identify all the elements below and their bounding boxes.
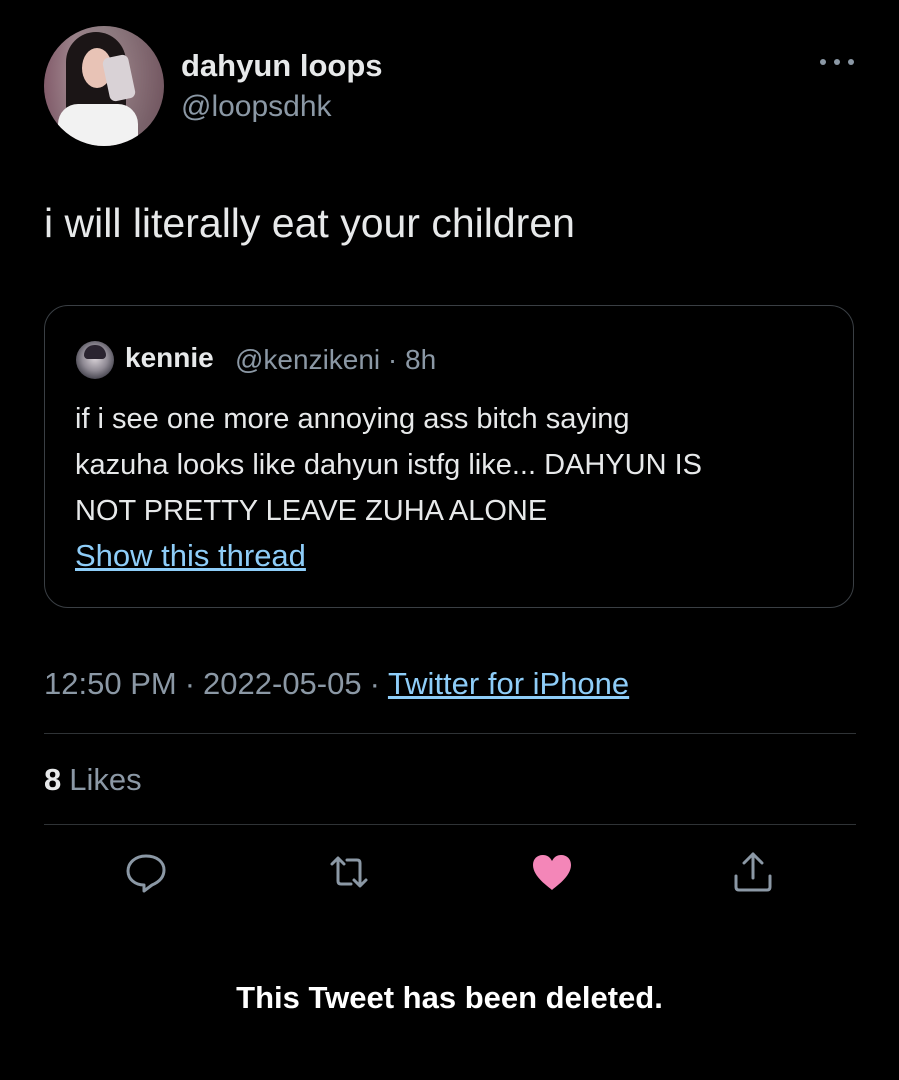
quoted-author-handle-time: @kenzikeni · 8h: [235, 344, 437, 375]
reply-icon[interactable]: [122, 848, 170, 896]
author-name[interactable]: dahyun loops: [181, 48, 383, 84]
more-options-icon[interactable]: [820, 56, 854, 68]
tweet-time: 12:50 PM: [44, 666, 177, 701]
tweet-source-link[interactable]: Twitter for iPhone: [388, 666, 629, 701]
meta-separator: ·: [184, 666, 196, 701]
quoted-text-line: NOT PRETTY LEAVE ZUHA ALONE: [75, 495, 548, 527]
meta-separator: ·: [369, 666, 380, 701]
tweet-metadata: 12:50 PM · 2022-05-05 · Twitter for iPhone: [44, 666, 629, 702]
likes-count: 8: [44, 762, 62, 797]
author-handle[interactable]: @loopsdhk: [181, 90, 332, 124]
likes-label: Likes: [69, 762, 142, 797]
retweet-icon[interactable]: [325, 848, 373, 896]
quoted-text-line: kazuha looks like dahyun istfg like... D…: [75, 449, 702, 481]
share-icon[interactable]: [729, 848, 777, 896]
tweet-header: dahyun loops @loopsdhk: [44, 26, 856, 146]
tweet-actions-bar: [0, 848, 899, 898]
author-avatar[interactable]: [44, 26, 164, 146]
heart-icon[interactable]: [528, 848, 576, 896]
tweet-date: 2022-05-05: [203, 666, 362, 701]
quoted-author-name: kennie: [125, 342, 214, 373]
quoted-author-avatar: [76, 341, 114, 379]
tweet-text: i will literally eat your children: [44, 200, 575, 246]
divider: [44, 824, 856, 825]
show-thread-link[interactable]: Show this thread: [75, 538, 306, 574]
quoted-text-line: if i see one more annoying ass bitch say…: [75, 403, 630, 435]
quoted-tweet-card[interactable]: kennie @kenzikeni · 8h if i see one more…: [44, 305, 854, 608]
likes-stat[interactable]: 8 Likes: [44, 762, 142, 798]
quoted-tweet-text: if i see one more annoying ass bitch say…: [75, 396, 835, 534]
deleted-tweet-notice: This Tweet has been deleted.: [236, 980, 663, 1015]
divider: [44, 733, 856, 734]
